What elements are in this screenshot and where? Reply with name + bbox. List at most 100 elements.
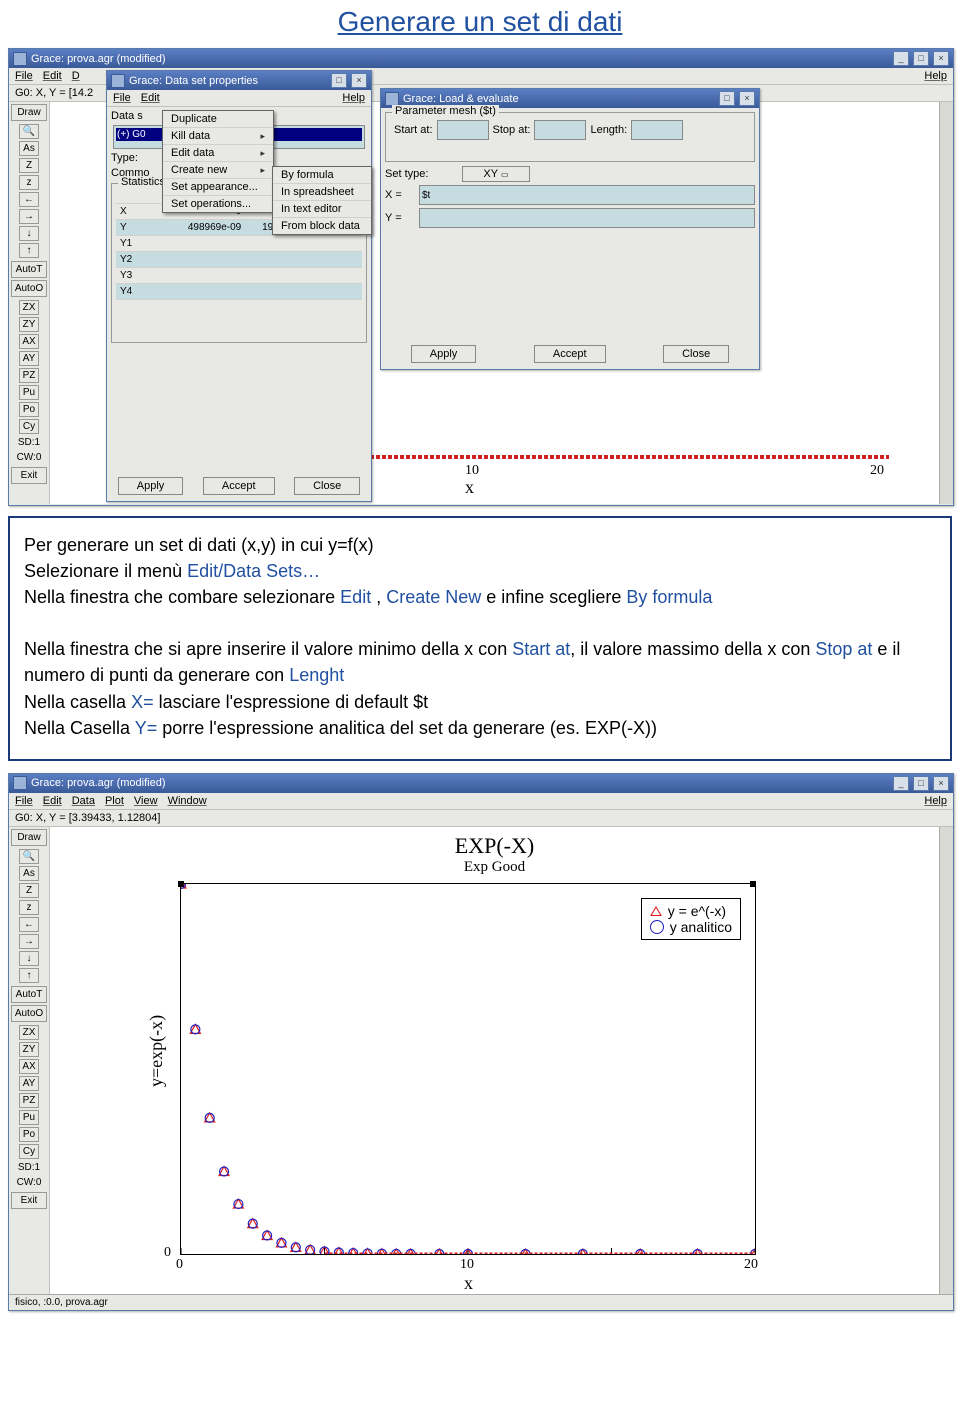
menu-edit[interactable]: Edit [43,795,62,807]
right-arrow-icon[interactable]: → [19,934,39,949]
menu-help[interactable]: Help [924,795,947,807]
up-arrow-icon[interactable]: ↑ [19,968,39,983]
props-close-button[interactable]: × [351,73,367,88]
autoo-button[interactable]: AutoO [11,280,47,297]
draw-button[interactable]: Draw [11,829,47,846]
close-button[interactable]: × [933,51,949,66]
right-arrow-icon[interactable]: → [19,209,39,224]
as-button[interactable]: As [19,866,39,881]
side-panel: Draw 🔍As Zz ←→ ↓↑ AutoT AutoO ZXZY AXAY … [9,827,50,1309]
scrollbar[interactable] [939,827,953,1309]
zx-button[interactable]: ZX [19,300,39,315]
chart-win-title: Grace: prova.agr (modified) [31,777,166,789]
start-at-input[interactable] [437,120,489,140]
zy-button[interactable]: ZY [19,317,39,332]
menu-file[interactable]: File [15,70,33,82]
chart-close-button[interactable]: × [933,776,949,791]
menu-d[interactable]: D [72,70,80,82]
submenu-from-block[interactable]: From block data [273,218,371,234]
z-lower-button[interactable]: z [19,900,39,915]
main-titlebar: Grace: prova.agr (modified) _ □ × [9,49,953,68]
props-apply-button[interactable]: Apply [118,477,184,495]
x-axis-label: x [465,477,474,498]
load-max-button[interactable]: □ [719,91,735,106]
stop-at-input[interactable] [534,120,586,140]
menu-edit-data[interactable]: Edit data▸ [163,145,273,162]
ay-button[interactable]: AY [19,351,39,366]
menu-help[interactable]: Help [924,70,947,82]
menu-plot[interactable]: Plot [105,795,124,807]
autot-button[interactable]: AutoT [11,261,47,278]
settype-selector[interactable]: XY ▭ [462,166,529,182]
props-menu-edit[interactable]: Edit [141,92,160,104]
load-apply-button[interactable]: Apply [411,345,477,363]
down-arrow-icon[interactable]: ↓ [19,226,39,241]
props-max-button[interactable]: □ [331,73,347,88]
cy-button[interactable]: Cy [19,419,39,434]
ax-button[interactable]: AX [19,334,39,349]
submenu-in-text-editor[interactable]: In text editor [273,201,371,218]
menu-create-new[interactable]: Create new▸ [163,162,273,179]
zy-button[interactable]: ZY [19,1042,39,1057]
left-arrow-icon[interactable]: ← [19,917,39,932]
data-s-label: Data s [111,110,143,122]
cy-button[interactable]: Cy [19,1144,39,1159]
autoo-button[interactable]: AutoO [11,1005,47,1022]
menu-data[interactable]: Data [72,795,95,807]
load-close-button[interactable]: × [739,91,755,106]
autot-button[interactable]: AutoT [11,986,47,1003]
chart-min-button[interactable]: _ [893,776,909,791]
submenu-in-spreadsheet[interactable]: In spreadsheet [273,184,371,201]
up-arrow-icon[interactable]: ↑ [19,243,39,258]
ax-button[interactable]: AX [19,1059,39,1074]
minimize-button[interactable]: _ [893,51,909,66]
chart-coord: G0: X, Y = [3.39433, 1.12804] [15,812,160,824]
menu-set-operations[interactable]: Set operations... [163,196,273,212]
length-input[interactable] [631,120,683,140]
exit-button[interactable]: Exit [11,467,47,484]
submenu-by-formula[interactable]: By formula [273,167,371,184]
props-accept-button[interactable]: Accept [203,477,275,495]
props-menu-help[interactable]: Help [342,92,365,104]
app-icon [13,52,27,66]
menu-file[interactable]: File [15,795,33,807]
pz-button[interactable]: PZ [19,1093,39,1108]
pz-button[interactable]: PZ [19,368,39,383]
zoom-icon[interactable]: 🔍 [19,124,39,139]
stop-at-label: Stop at: [493,124,531,136]
menu-view[interactable]: View [134,795,158,807]
menu-window[interactable]: Window [168,795,207,807]
load-accept-button[interactable]: Accept [534,345,606,363]
as-button[interactable]: As [19,141,39,156]
props-menu-file[interactable]: File [113,92,131,104]
menu-kill-data[interactable]: Kill data▸ [163,128,273,145]
po-button[interactable]: Po [19,402,39,417]
po-button[interactable]: Po [19,1127,39,1142]
load-close-button2[interactable]: Close [663,345,729,363]
pu-button[interactable]: Pu [19,1110,39,1125]
down-arrow-icon[interactable]: ↓ [19,951,39,966]
exit-button[interactable]: Exit [11,1192,47,1209]
y-input[interactable] [419,208,755,228]
maximize-button[interactable]: □ [913,51,929,66]
chart-max-button[interactable]: □ [913,776,929,791]
ay-button[interactable]: AY [19,1076,39,1091]
zx-button[interactable]: ZX [19,1025,39,1040]
app-icon [385,92,399,106]
z-upper-button[interactable]: Z [19,883,39,898]
scrollbar[interactable] [939,102,953,504]
menu-set-appearance[interactable]: Set appearance... [163,179,273,196]
chart-canvas[interactable]: EXP(-X) Exp Good y = e^(-x) y analitico … [50,827,939,1309]
zoom-icon[interactable]: 🔍 [19,849,39,864]
props-close-button2[interactable]: Close [294,477,360,495]
z-lower-button[interactable]: z [19,175,39,190]
load-evaluate-window: Grace: Load & evaluate □ × Parameter mes… [380,88,760,370]
pu-button[interactable]: Pu [19,385,39,400]
x-input[interactable] [419,185,755,205]
z-upper-button[interactable]: Z [19,158,39,173]
left-arrow-icon[interactable]: ← [19,192,39,207]
menu-duplicate[interactable]: Duplicate [163,111,273,128]
stats-row-y3: Y3 [116,268,362,284]
draw-button[interactable]: Draw [11,104,47,121]
menu-edit[interactable]: Edit [43,70,62,82]
